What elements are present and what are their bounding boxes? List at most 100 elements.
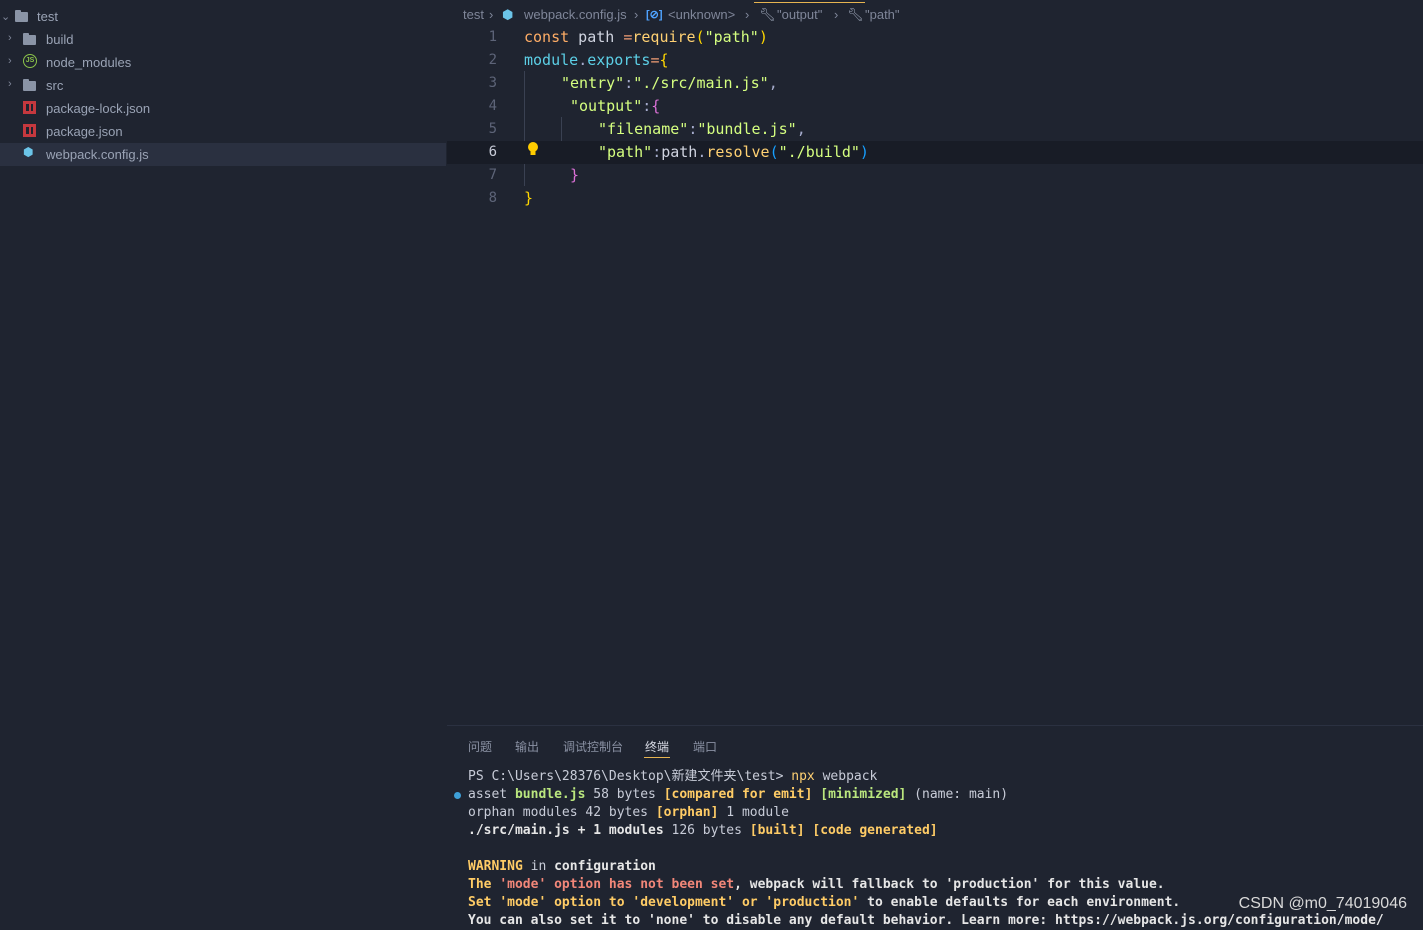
line-number: 3 xyxy=(488,75,497,91)
terminal-text: Set xyxy=(468,895,500,910)
token: "./src/main.js" xyxy=(633,74,769,92)
code-line-2: 2 module.exports={ xyxy=(447,49,1423,72)
chevron-down-icon: ⌄ xyxy=(1,11,11,23)
code-text: } xyxy=(570,164,579,187)
token: "./build" xyxy=(778,143,860,161)
token: : xyxy=(688,120,698,138)
chevron-right-icon: › xyxy=(489,7,494,22)
token: "path" xyxy=(704,28,759,46)
code-line-8: 8 } xyxy=(447,187,1423,210)
tab-ports[interactable]: 端口 xyxy=(693,738,717,755)
terminal-text: [minimized] xyxy=(820,787,907,802)
chevron-right-icon: › xyxy=(8,32,12,44)
tree-item-src[interactable]: › src xyxy=(0,74,446,97)
terminal-text: 1 module xyxy=(718,805,789,820)
token: , xyxy=(768,74,778,92)
terminal-line: asset bundle.js 58 bytes [compared for e… xyxy=(468,786,1008,804)
command-decoration-icon[interactable] xyxy=(454,792,461,799)
terminal-text: 58 bytes xyxy=(585,787,664,802)
token: { xyxy=(651,97,661,115)
code-editor[interactable]: test › ⬢ webpack.config.js › [⊘] <unknow… xyxy=(447,0,1423,725)
terminal-text: [compared for emit] xyxy=(663,787,813,802)
token: : xyxy=(642,97,652,115)
terminal-line: ./src/main.js + 1 modules 126 bytes [bui… xyxy=(468,822,938,840)
code-line-6: 6 "path":path.resolve("./build") xyxy=(447,141,1423,164)
token: "output" xyxy=(570,97,643,115)
npm-icon xyxy=(23,124,36,137)
folder-icon xyxy=(23,33,36,45)
code-text: "filename":"bundle.js", xyxy=(598,118,806,141)
tree-item-node-modules[interactable]: › JS node_modules xyxy=(0,51,446,74)
explorer-sidebar: ⌄ test › build › JS node_modules › src p… xyxy=(0,0,447,922)
breadcrumb-symbol-unknown[interactable]: <unknown> xyxy=(668,7,735,22)
token: . xyxy=(578,51,588,69)
tree-item-package-json[interactable]: package.json xyxy=(0,120,446,143)
terminal-text: 'mode' option to 'development' or 'produ… xyxy=(499,895,860,910)
token: ) xyxy=(859,143,869,161)
token: exports xyxy=(587,51,651,69)
code-text: } xyxy=(524,187,533,210)
line-number: 6 xyxy=(488,144,497,160)
terminal-text: in xyxy=(522,859,555,874)
webpack-icon: ⬢ xyxy=(23,145,34,159)
webpack-icon: ⬢ xyxy=(502,7,514,22)
terminal-prompt: PS C:\Users\28376\Desktop\新建文件夹\test> xyxy=(468,769,792,784)
nodejs-icon: JS xyxy=(23,54,37,68)
token: "bundle.js" xyxy=(697,120,797,138)
tab-output[interactable]: 输出 xyxy=(515,738,539,755)
tree-item-label: package-lock.json xyxy=(46,101,151,116)
line-number: 4 xyxy=(488,98,497,114)
code-line-3: 3 "entry":"./src/main.js", xyxy=(447,72,1423,95)
tree-item-label: node_modules xyxy=(46,55,132,70)
token: ) xyxy=(758,28,768,46)
line-number: 7 xyxy=(488,167,497,183)
terminal-text: 'mode' option has not been set xyxy=(499,877,735,892)
tree-item-package-lock[interactable]: package-lock.json xyxy=(0,97,446,120)
active-tab-underline xyxy=(644,757,670,758)
code-line-7: 7 } xyxy=(447,164,1423,187)
token: ( xyxy=(695,28,705,46)
npm-icon xyxy=(23,101,36,114)
token: path xyxy=(569,28,624,46)
terminal-text: You can also set it to 'none' to disable… xyxy=(468,913,1384,928)
token: "entry" xyxy=(561,74,625,92)
bottom-panel: 问题 输出 调试控制台 终端 端口 PS C:\Users\28376\Desk… xyxy=(447,725,1423,928)
wrench-icon: 🔧︎ xyxy=(759,7,776,22)
code-text: "output":{ xyxy=(570,95,660,118)
tree-item-build[interactable]: › build xyxy=(0,28,446,51)
token: require xyxy=(632,28,696,46)
code-text: "path":path.resolve("./build") xyxy=(598,141,869,164)
token: const xyxy=(524,28,570,46)
terminal-text: , webpack will fallback to 'production' … xyxy=(734,877,1165,892)
token: "path" xyxy=(598,143,653,161)
token: , xyxy=(796,120,806,138)
breadcrumb-folder[interactable]: test xyxy=(463,7,484,22)
lightbulb-icon[interactable] xyxy=(527,141,539,157)
tab-problems[interactable]: 问题 xyxy=(468,738,492,755)
breadcrumb-symbol-output[interactable]: "output" xyxy=(777,7,822,22)
symbol-variable-icon: [⊘] xyxy=(646,9,663,21)
terminal-line: WARNING in configuration xyxy=(468,858,656,876)
breadcrumb-symbol-path[interactable]: "path" xyxy=(865,7,900,22)
code-line-5: 5 "filename":"bundle.js", xyxy=(447,118,1423,141)
tree-root-label: test xyxy=(37,9,58,24)
tree-root-test[interactable]: ⌄ test xyxy=(0,5,446,28)
wrench-icon: 🔧︎ xyxy=(847,7,864,22)
terminal-command: npx xyxy=(791,769,815,784)
tab-terminal[interactable]: 终端 xyxy=(645,738,669,755)
chevron-right-icon: › xyxy=(8,78,12,90)
token: ( xyxy=(769,143,779,161)
terminal-line: The 'mode' option has not been set, webp… xyxy=(468,876,1165,894)
chevron-right-icon: › xyxy=(834,7,839,22)
terminal-text: [code generated] xyxy=(812,823,938,838)
watermark: CSDN @m0_74019046 xyxy=(1238,895,1407,912)
terminal-command-arg: webpack xyxy=(814,769,878,784)
terminal-text: WARNING xyxy=(468,859,523,874)
line-number: 5 xyxy=(488,121,497,137)
tree-item-webpack-config[interactable]: ⬢ webpack.config.js xyxy=(0,143,446,166)
breadcrumb-file[interactable]: webpack.config.js xyxy=(524,7,627,22)
terminal-text: orphan modules 42 bytes xyxy=(468,805,656,820)
token: } xyxy=(524,189,534,207)
token: { xyxy=(659,51,669,69)
tab-debug-console[interactable]: 调试控制台 xyxy=(563,738,623,755)
